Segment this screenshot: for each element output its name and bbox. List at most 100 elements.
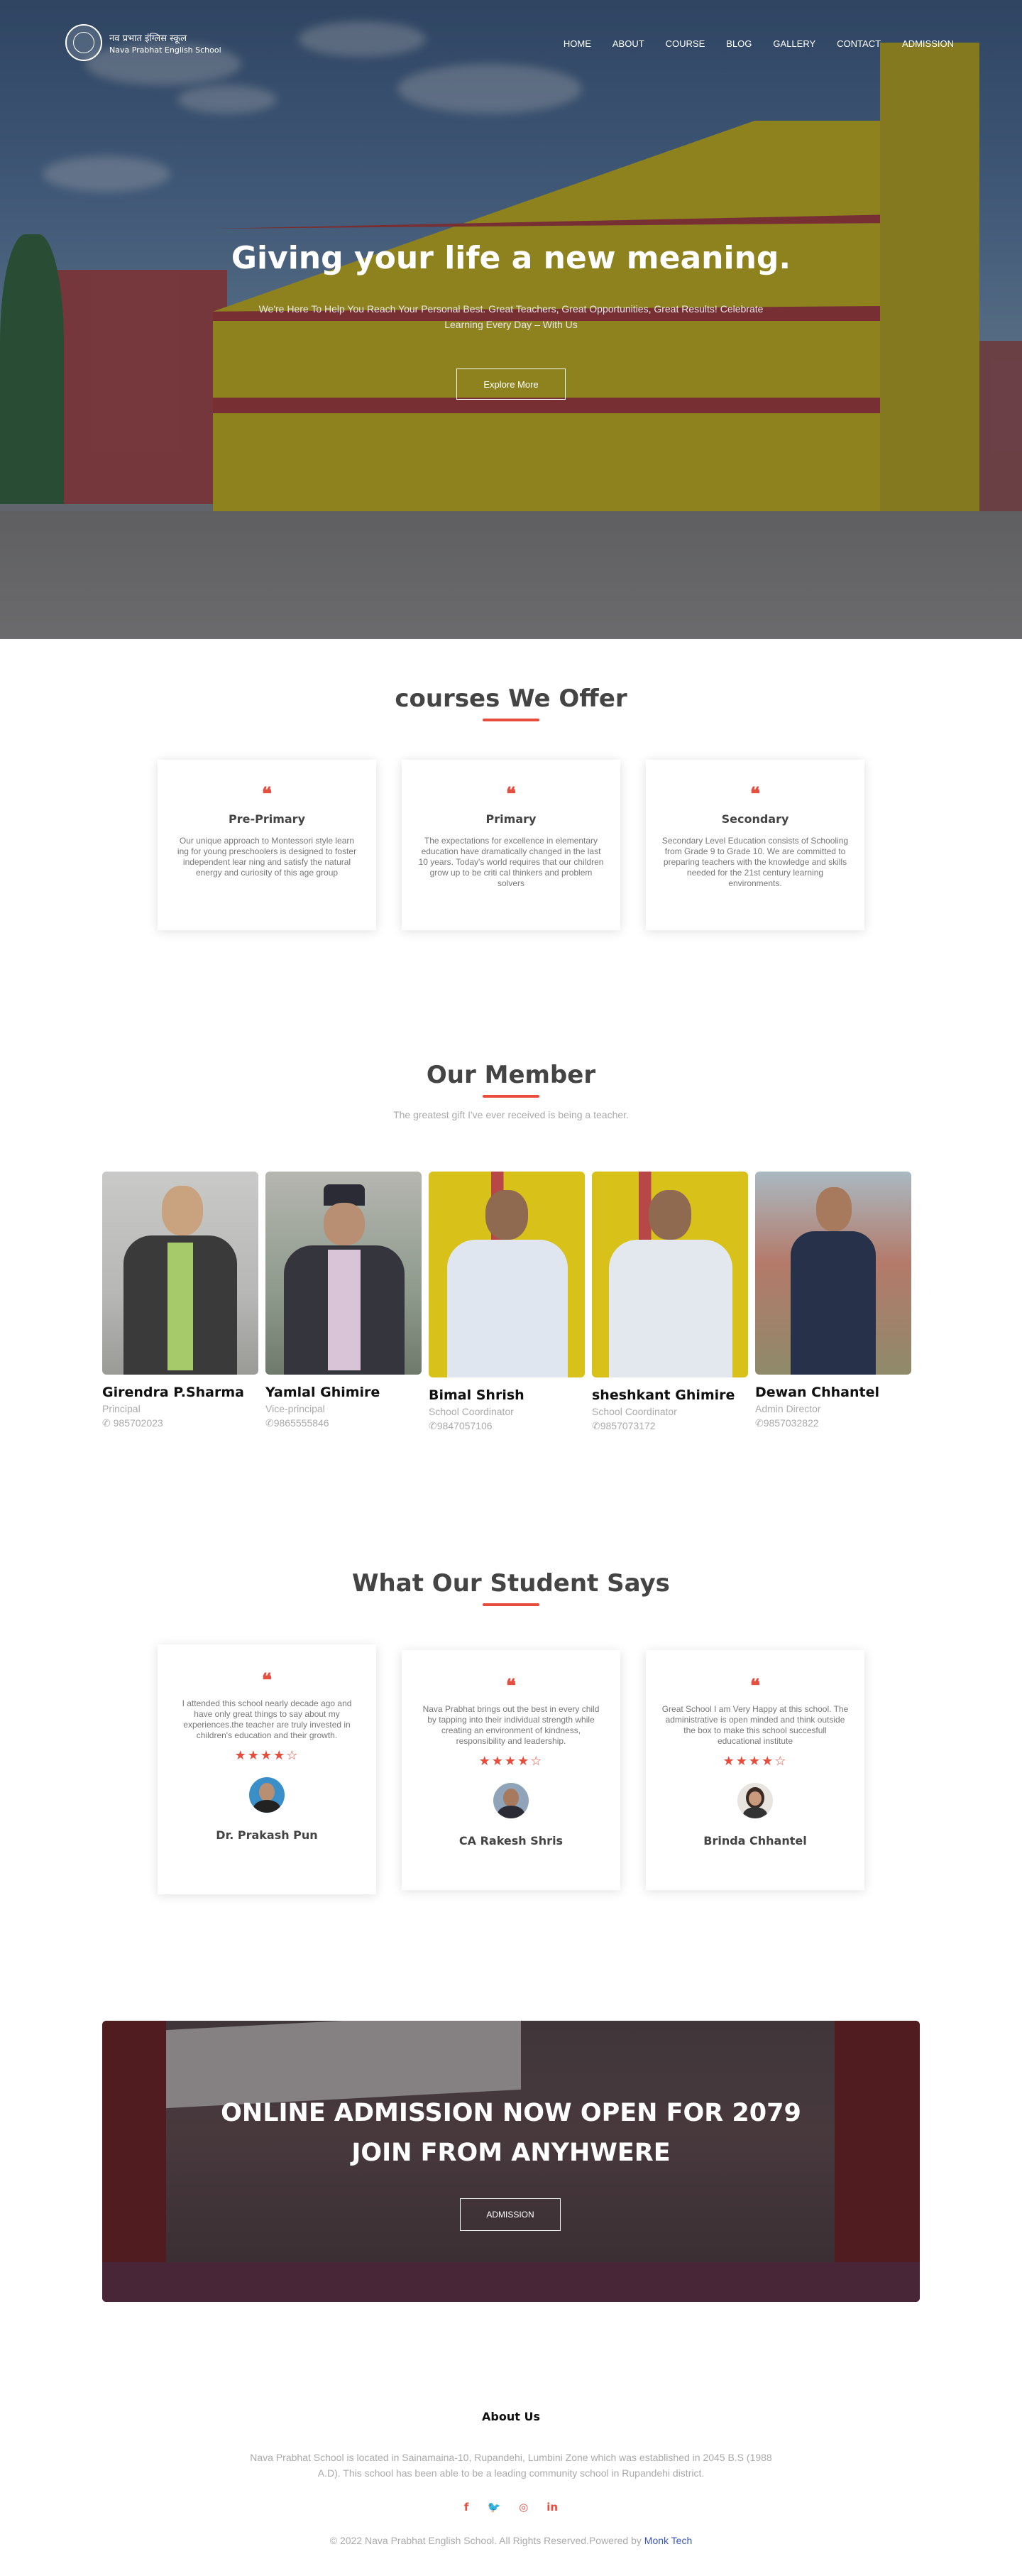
avatar — [249, 1777, 285, 1813]
member-phone: ✆9865555846 — [265, 1417, 422, 1429]
course-card[interactable]: ❝ Secondary Secondary Level Education co… — [646, 760, 864, 930]
phone-icon: ✆ — [102, 1417, 114, 1429]
member-photo — [592, 1172, 748, 1377]
testimonial-text: Great School I am Very Happy at this sch… — [661, 1704, 849, 1746]
member-role: School Coordinator — [429, 1406, 514, 1417]
testimonial-text: Nava Prabhat brings out the best in ever… — [422, 1704, 600, 1746]
social-links: f 🐦 ◎ in — [0, 2501, 1022, 2514]
banner-line-2: JOIN FROM ANYHWERE — [351, 2139, 671, 2167]
member-phone-number: 9847057106 — [436, 1420, 493, 1431]
testimonial-card[interactable]: ❝ Great School I am Very Happy at this s… — [646, 1650, 864, 1890]
site-logo[interactable]: नव प्रभात इंग्लिस स्कूल Nava Prabhat Eng… — [65, 24, 221, 61]
member-phone-number: 9857073172 — [600, 1420, 656, 1431]
admission-button[interactable]: ADMISSION — [460, 2198, 561, 2231]
nav-blog[interactable]: BLOG — [726, 38, 752, 49]
testimonial-card[interactable]: ❝ I attended this school nearly decade a… — [158, 1644, 376, 1894]
testimonials-heading: What Our Student Says — [352, 1569, 670, 1598]
member-name: sheshkant Ghimire — [592, 1387, 735, 1403]
quote-icon: ❝ — [262, 784, 272, 805]
course-name: Secondary — [721, 812, 789, 826]
member-phone: ✆9847057106 — [429, 1420, 585, 1432]
nav-home[interactable]: HOME — [564, 38, 591, 49]
explore-more-button[interactable]: Explore More — [456, 369, 566, 400]
instagram-icon[interactable]: ◎ — [519, 2501, 528, 2514]
main-nav: HOME ABOUT COURSE BLOG GALLERY CONTACT A… — [564, 38, 954, 49]
nav-admission[interactable]: ADMISSION — [902, 38, 954, 49]
phone-icon: ✆ — [429, 1420, 437, 1431]
linkedin-icon[interactable]: in — [546, 2501, 558, 2514]
nav-about[interactable]: ABOUT — [612, 38, 644, 49]
logo-name-english: Nava Prabhat English School — [109, 45, 221, 55]
member-card[interactable]: Dewan Chhantel Admin Director ✆985703282… — [755, 1172, 911, 1429]
member-card[interactable]: Bimal Shrish School Coordinator ✆9847057… — [429, 1172, 585, 1432]
members-heading-underline — [483, 1095, 539, 1098]
quote-icon: ❝ — [262, 1670, 272, 1691]
course-description: Secondary Level Education consists of Sc… — [661, 836, 849, 888]
testimonials-heading-underline — [483, 1603, 539, 1606]
course-description: The expectations for excellence in eleme… — [418, 836, 604, 888]
member-card[interactable]: Girendra P.Sharma Principal ✆ 985702023 — [102, 1172, 258, 1429]
nav-course[interactable]: COURSE — [666, 38, 705, 49]
testimonial-author: Dr. Prakash Pun — [216, 1828, 318, 1842]
member-photo — [102, 1172, 258, 1375]
member-phone-number: 985702023 — [113, 1417, 163, 1429]
testimonial-author: Brinda Chhantel — [703, 1834, 807, 1848]
copyright-text: © 2022 Nava Prabhat English School. All … — [329, 2535, 644, 2546]
copyright: © 2022 Nava Prabhat English School. All … — [0, 2535, 1022, 2546]
nav-gallery[interactable]: GALLERY — [773, 38, 815, 49]
member-name: Bimal Shrish — [429, 1387, 524, 1403]
member-role: Admin Director — [755, 1403, 821, 1414]
footer-about-title: About Us — [482, 2410, 540, 2423]
testimonial-card[interactable]: ❝ Nava Prabhat brings out the best in ev… — [402, 1650, 620, 1890]
quote-icon: ❝ — [506, 784, 516, 805]
member-phone: ✆9857032822 — [755, 1417, 911, 1429]
hero-title: Giving your life a new meaning. — [231, 240, 791, 276]
member-photo — [755, 1172, 911, 1375]
course-description: Our unique approach to Montessori style … — [177, 836, 357, 878]
member-photo — [265, 1172, 422, 1375]
quote-icon: ❝ — [750, 784, 760, 805]
member-phone-number: 9865555846 — [273, 1417, 329, 1429]
phone-icon: ✆ — [755, 1417, 764, 1429]
star-rating: ★★★★☆ — [478, 1754, 544, 1769]
facebook-icon[interactable]: f — [464, 2501, 469, 2514]
banner-title: ONLINE ADMISSION NOW OPEN FOR 2079 JOIN … — [102, 2093, 920, 2173]
admission-banner: ONLINE ADMISSION NOW OPEN FOR 2079 JOIN … — [102, 2021, 920, 2302]
star-rating: ★★★★☆ — [234, 1748, 300, 1763]
members-subtitle: The greatest gift I've ever received is … — [393, 1109, 629, 1120]
member-card[interactable]: Yamlal Ghimire Vice-principal ✆986555584… — [265, 1172, 422, 1429]
courses-heading-underline — [483, 719, 539, 721]
member-photo — [429, 1172, 585, 1377]
phone-icon: ✆ — [265, 1417, 274, 1429]
member-phone: ✆9857073172 — [592, 1420, 748, 1432]
quote-icon: ❝ — [750, 1676, 760, 1697]
footer-about-text: Nava Prabhat School is located in Sainam… — [250, 2452, 772, 2479]
avatar — [737, 1783, 773, 1818]
quote-icon: ❝ — [506, 1676, 516, 1697]
member-phone-number: 9857032822 — [763, 1417, 819, 1429]
courses-heading: courses We Offer — [395, 684, 627, 713]
course-card[interactable]: ❝ Primary The expectations for excellenc… — [402, 760, 620, 930]
star-rating: ★★★★☆ — [722, 1754, 788, 1769]
member-name: Girendra P.Sharma — [102, 1385, 244, 1400]
members-heading: Our Member — [426, 1061, 596, 1089]
member-phone: ✆ 985702023 — [102, 1417, 258, 1429]
hero-subtitle: We're Here To Help You Reach Your Person… — [258, 303, 764, 330]
member-name: Yamlal Ghimire — [265, 1385, 380, 1400]
powered-by-link[interactable]: Monk Tech — [644, 2535, 692, 2546]
member-role: Principal — [102, 1403, 141, 1414]
logo-name-nepali: नव प्रभात इंग्लिस स्कूल — [109, 33, 187, 44]
course-name: Primary — [485, 812, 537, 826]
phone-icon: ✆ — [592, 1420, 600, 1431]
member-role: Vice-principal — [265, 1403, 325, 1414]
twitter-icon[interactable]: 🐦 — [487, 2501, 500, 2514]
nav-contact[interactable]: CONTACT — [837, 38, 881, 49]
course-card[interactable]: ❝ Pre-Primary Our unique approach to Mon… — [158, 760, 376, 930]
member-card[interactable]: sheshkant Ghimire School Coordinator ✆98… — [592, 1172, 748, 1432]
course-name: Pre-Primary — [229, 812, 305, 826]
member-role: School Coordinator — [592, 1406, 677, 1417]
banner-line-1: ONLINE ADMISSION NOW OPEN FOR 2079 — [221, 2099, 801, 2127]
testimonial-author: CA Rakesh Shris — [458, 1834, 564, 1848]
logo-text: नव प्रभात इंग्लिस स्कूल Nava Prabhat Eng… — [109, 31, 221, 55]
school-emblem-icon — [65, 24, 102, 61]
